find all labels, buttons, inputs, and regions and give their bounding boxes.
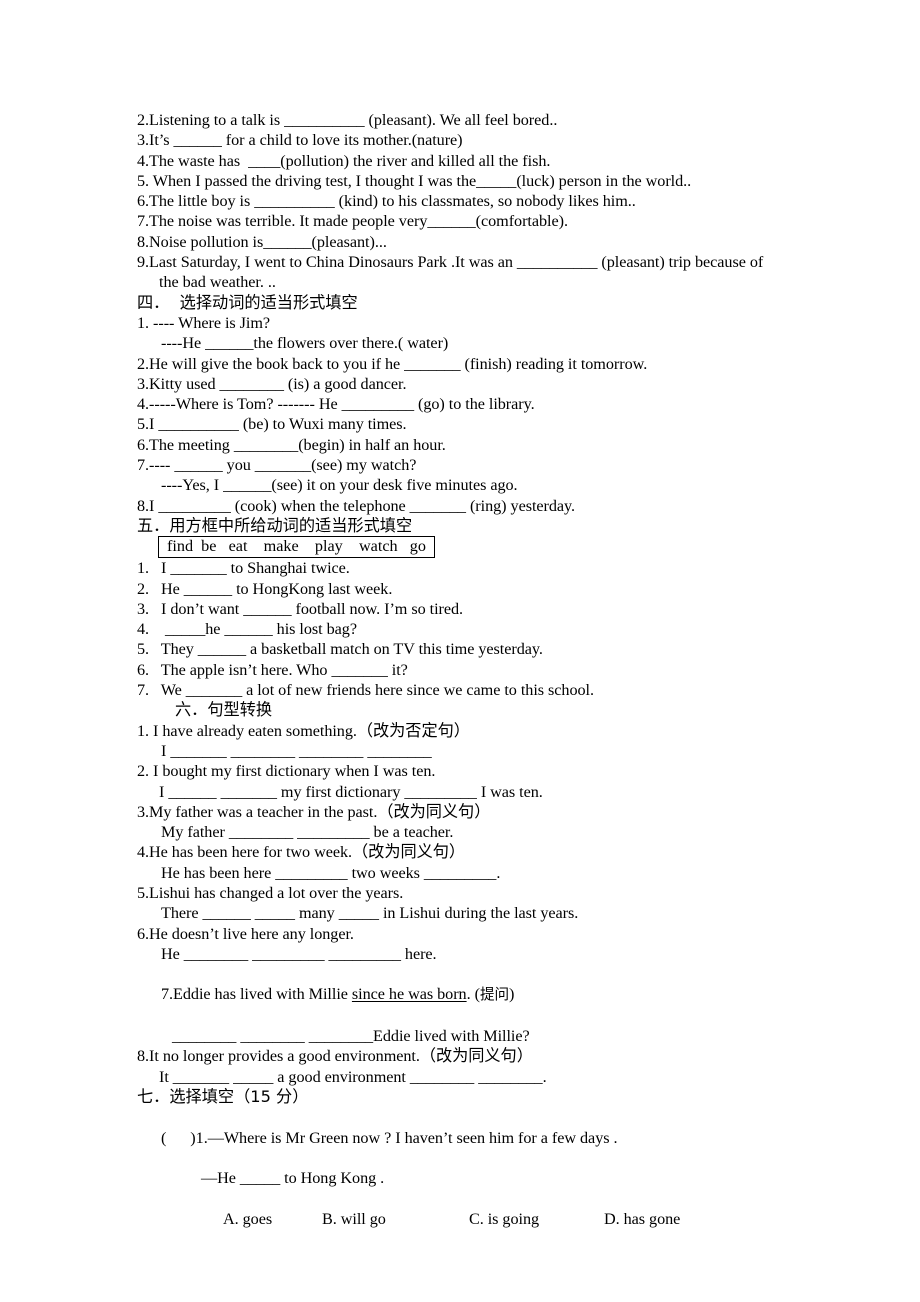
exercise-line: 5.I __________ (be) to Wuxi many times.: [137, 415, 407, 434]
exercise-line-continued: ----He ______the flowers over there.( wa…: [161, 334, 449, 353]
exercise-line-continued: ----Yes, I ______(see) it on your desk f…: [161, 476, 518, 495]
exercise-line-continued: the bad weather. ..: [159, 273, 276, 292]
exercise-line: 5. They ______ a basketball match on TV …: [137, 640, 543, 659]
worksheet-body: 2.Listening to a talk is __________ (ple…: [137, 110, 837, 1249]
exercise-line: 7.---- ______ you _______(see) my watch?: [137, 456, 417, 475]
exercise-line: 4.He has been here for two week.（改为同义句）: [137, 843, 466, 862]
option-c[interactable]: C. is going: [469, 1209, 604, 1229]
section-heading-four: 四． 选择动词的适当形式填空: [137, 292, 358, 312]
exercise-answer-line: There ______ _____ many _____ in Lishui …: [161, 904, 579, 923]
exercise-answer-line: ________ ________ ________Eddie lived wi…: [172, 1027, 530, 1046]
exercise-line: 4. _____he ______ his lost bag?: [137, 620, 357, 639]
exercise-answer-line: My father ________ _________ be a teache…: [161, 823, 454, 842]
exercise-line: 2. He ______ to HongKong last week.: [137, 579, 393, 598]
exercise-line-text: 7.Eddie has lived with Millie: [160, 985, 352, 1004]
exercise-line: 6.He doesn’t live here any longer.: [137, 924, 354, 943]
exercise-line-tail2: ): [509, 985, 515, 1004]
option-d[interactable]: D. has gone: [604, 1210, 680, 1228]
exercise-line: 1. I have already eaten something.（改为否定句…: [137, 721, 470, 740]
exercise-line-tail: . (: [466, 985, 480, 1004]
multiple-choice-options: A. goes B. will go C. is going D. has gone: [137, 1188, 837, 1249]
exercise-line: 8.Noise pollution is______(pleasant)...: [137, 232, 387, 251]
question-stem: —Where is Mr Green now ? I haven’t seen …: [207, 1128, 618, 1147]
underlined-phrase: since he was born: [351, 985, 467, 1004]
exercise-line: 4.The waste has ____(pollution) the rive…: [137, 151, 551, 170]
exercise-line: 8.I _________ (cook) when the telephone …: [137, 496, 576, 515]
exercise-line: 2.He will give the book back to you if h…: [137, 354, 648, 373]
exercise-line-underlined: 7.Eddie has lived with Millie since he w…: [137, 964, 837, 1026]
option-a[interactable]: A. goes: [223, 1209, 322, 1229]
word-bank-box: find be eat make play watch go: [158, 536, 435, 559]
exercise-answer-line: It _______ _____ a good environment ____…: [159, 1067, 547, 1086]
exercise-line: 6.The little boy is __________ (kind) to…: [137, 192, 636, 211]
exercise-line: 4.-----Where is Tom? ------- He ________…: [137, 395, 535, 414]
exercise-line: 3.Kitty used ________ (is) a good dancer…: [137, 374, 407, 393]
exercise-line: 5.Lishui has changed a lot over the year…: [137, 883, 404, 902]
exercise-line: 1. ---- Where is Jim?: [137, 313, 271, 332]
exercise-line: 3.My father was a teacher in the past.（改…: [137, 802, 491, 821]
exercise-line: 6.The meeting ________(begin) in half an…: [137, 435, 446, 454]
exercise-line: 2. I bought my first dictionary when I w…: [137, 762, 436, 781]
exercise-line: 9.Last Saturday, I went to China Dinosau…: [137, 253, 764, 272]
exercise-answer-line: He ________ _________ _________ here.: [161, 944, 437, 963]
exercise-line: 7. We _______ a lot of new friends here …: [137, 681, 594, 700]
exercise-line: 5. When I passed the driving test, I tho…: [137, 171, 692, 190]
exercise-answer-line: He has been here _________ two weeks ___…: [161, 863, 501, 882]
instruction-chinese: 提问: [479, 986, 510, 1004]
exercise-line: 6. The apple isn’t here. Who _______ it?: [137, 660, 408, 679]
exercise-line: 2.Listening to a talk is __________ (ple…: [137, 111, 558, 129]
section-heading-five: 五．用方框中所给动词的适当形式填空: [137, 515, 413, 535]
exercise-line: 1. I _______ to Shanghai twice.: [137, 559, 350, 578]
section-heading-six: 六．句型转换: [175, 700, 273, 720]
option-b[interactable]: B. will go: [322, 1209, 469, 1229]
word-bank-row: find be eat make play watch go: [137, 536, 837, 559]
exercise-answer-line: I _______ ________ ________ ________: [161, 741, 432, 760]
document-page: 2.Listening to a talk is __________ (ple…: [0, 0, 920, 1302]
question-stem-line-2: —He _____ to Hong Kong .: [201, 1169, 385, 1188]
exercise-line: 3.It’s ______ for a child to love its mo…: [137, 131, 463, 150]
multiple-choice-question: ( )1.—Where is Mr Green now ? I haven’t …: [137, 1107, 837, 1168]
answer-bracket[interactable]: ( )1.: [161, 1129, 208, 1147]
exercise-answer-line: I ______ _______ my first dictionary ___…: [159, 782, 543, 801]
exercise-line: 7.The noise was terrible. It made people…: [137, 212, 568, 231]
exercise-line: 8.It no longer provides a good environme…: [137, 1047, 533, 1066]
exercise-line: 3. I don’t want ______ football now. I’m…: [137, 599, 464, 618]
section-heading-seven: 七．选择填空（15 分）: [137, 1086, 309, 1106]
